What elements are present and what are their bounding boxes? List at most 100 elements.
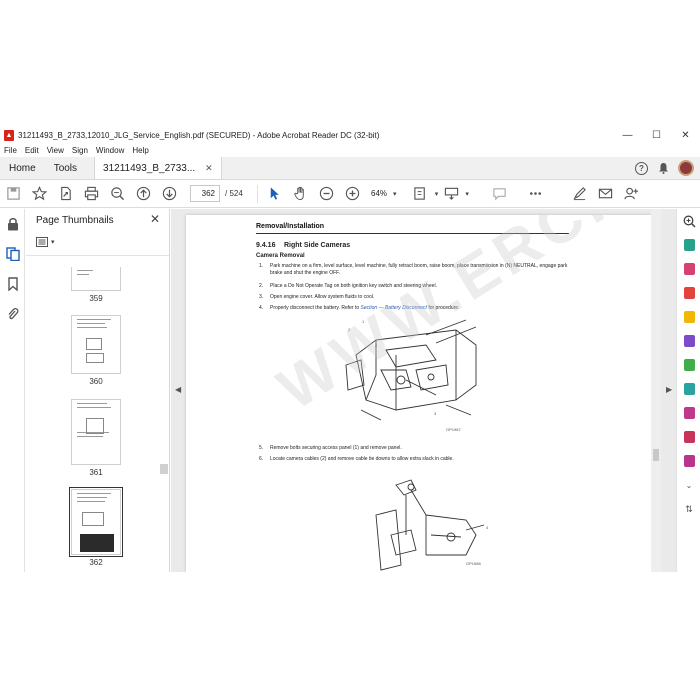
page-thumbnail[interactable]	[71, 267, 121, 291]
thumbnail-page-number: 359	[89, 294, 103, 303]
page-thumbnails-panel: Page Thumbnails ✕ ▾ 359 360 361 362	[26, 209, 170, 572]
user-avatar[interactable]	[678, 160, 694, 176]
figure-callout: 4	[486, 525, 489, 530]
bookmark-star-icon[interactable]	[26, 181, 52, 207]
acrobat-window: ▲ 31211493_B_2733,12010_JLG_Service_Engl…	[0, 127, 700, 572]
close-icon[interactable]: ✕	[150, 212, 160, 226]
document-scrollbar-thumb[interactable]	[653, 449, 659, 461]
thumbnail-options-menu[interactable]: ▾	[36, 237, 55, 247]
menu-view[interactable]: View	[43, 146, 68, 155]
right-tools-rail: ⌄ ⇅	[676, 209, 700, 572]
previous-page-icon[interactable]	[130, 181, 156, 207]
page-thumbnails-icon[interactable]	[0, 239, 25, 269]
step-number: 2.	[259, 283, 264, 289]
step-number: 6.	[259, 456, 264, 462]
send-for-signature-icon[interactable]	[677, 449, 700, 473]
hand-tool-icon[interactable]	[288, 181, 314, 207]
tab-close-icon[interactable]: ✕	[205, 163, 213, 174]
title-bar: ▲ 31211493_B_2733,12010_JLG_Service_Engl…	[0, 127, 700, 144]
acrobat-logo-icon: ▲	[4, 130, 14, 141]
section-number: 9.4.16	[256, 242, 276, 249]
figure-camera-drawing	[375, 479, 485, 571]
chevron-down-icon: ▾	[51, 239, 55, 246]
comment-tool-icon[interactable]	[677, 305, 700, 329]
document-viewer: ◀ Removal/Installation 9.4.16 Right Side…	[171, 209, 676, 572]
keyboard-scroll-icon[interactable]	[438, 181, 464, 207]
tab-home[interactable]: Home	[0, 157, 45, 179]
export-pdf-icon[interactable]	[677, 233, 700, 257]
collapse-left-arrow-icon[interactable]: ◀	[175, 385, 181, 394]
save-icon[interactable]	[0, 181, 26, 207]
page-thumbnail[interactable]	[71, 315, 121, 374]
zoom-in-icon[interactable]	[340, 181, 366, 207]
minimize-button[interactable]: —	[613, 127, 642, 144]
document-scrollbar[interactable]	[651, 209, 661, 572]
step-text: Remove bolts securing access panel (1) a…	[270, 445, 402, 451]
find-text-icon[interactable]	[104, 181, 130, 207]
menu-window[interactable]: Window	[92, 146, 128, 155]
zoom-level-value: 64%	[371, 189, 388, 198]
thumbnail-page-number: 360	[89, 377, 103, 386]
chevron-down-icon[interactable]: ▾	[465, 190, 469, 198]
help-icon[interactable]: ?	[635, 161, 648, 175]
email-icon[interactable]	[593, 181, 619, 207]
window-controls: — ☐ ✕	[613, 127, 700, 144]
tab-bar: Home Tools 31211493_B_2733... ✕ ?	[0, 157, 700, 180]
notifications-bell-icon[interactable]	[657, 162, 669, 174]
tab-document-label: 31211493_B_2733...	[103, 162, 196, 174]
organize-pages-icon[interactable]	[677, 353, 700, 377]
tab-tools[interactable]: Tools	[45, 157, 86, 179]
left-navigation-rail	[0, 209, 25, 572]
add-user-icon[interactable]	[619, 181, 645, 207]
more-tools-icon[interactable]	[523, 181, 549, 207]
zoom-level-select[interactable]: 64% ▾	[366, 185, 402, 202]
menu-help[interactable]: Help	[128, 146, 152, 155]
bookmarks-icon[interactable]	[0, 269, 25, 299]
next-page-icon[interactable]	[156, 181, 182, 207]
page-thumbnail-selected[interactable]	[69, 487, 123, 557]
panel-divider	[26, 255, 169, 256]
figure-callout: 3	[434, 411, 437, 416]
header-actions: ?	[635, 157, 700, 179]
attachments-paperclip-icon[interactable]	[0, 299, 25, 329]
customize-tools-icon[interactable]: ⇅	[677, 497, 700, 521]
combine-files-icon[interactable]	[677, 329, 700, 353]
page-fit-icon[interactable]	[408, 181, 434, 207]
step-text-before: Properly disconnect the battery. Refer t…	[270, 305, 360, 311]
step-number: 3.	[259, 294, 264, 300]
toolbar-separator	[256, 184, 258, 203]
more-tools-chevron-icon[interactable]: ⌄	[677, 473, 700, 497]
page-subheading: Camera Removal	[256, 253, 305, 259]
thumbnail-scrollbar-thumb[interactable]	[160, 464, 168, 474]
page-total: / 524	[225, 189, 243, 198]
select-cursor-icon[interactable]	[262, 181, 288, 207]
tab-document[interactable]: 31211493_B_2733... ✕	[94, 157, 222, 179]
print-icon[interactable]	[78, 181, 104, 207]
menu-sign[interactable]: Sign	[68, 146, 92, 155]
create-pdf-icon[interactable]	[677, 281, 700, 305]
protect-pdf-icon[interactable]	[677, 425, 700, 449]
sign-pen-icon[interactable]	[567, 181, 593, 207]
figure-id: OP1987	[446, 427, 461, 432]
share-file-icon[interactable]	[52, 181, 78, 207]
step-text: Locate camera cables (2) and remove cabl…	[270, 456, 454, 462]
comment-icon[interactable]	[487, 181, 513, 207]
menu-file[interactable]: File	[0, 146, 21, 155]
window-title: 31211493_B_2733,12010_JLG_Service_Englis…	[18, 131, 380, 140]
expand-right-arrow-icon[interactable]: ▶	[666, 385, 672, 394]
search-zoom-icon[interactable]	[677, 209, 700, 233]
panel-title: Page Thumbnails	[36, 215, 114, 226]
close-window-button[interactable]: ✕	[671, 127, 700, 144]
menu-bar: File Edit View Sign Window Help	[0, 144, 700, 157]
compress-pdf-icon[interactable]	[677, 377, 700, 401]
thumbnail-page-number: 361	[89, 468, 103, 477]
zoom-out-icon[interactable]	[314, 181, 340, 207]
menu-edit[interactable]: Edit	[21, 146, 43, 155]
thumbnail-page-number: 362	[89, 558, 103, 567]
fill-sign-icon[interactable]	[677, 401, 700, 425]
edit-pdf-icon[interactable]	[677, 257, 700, 281]
page-thumbnail[interactable]	[71, 399, 121, 465]
page-number-input[interactable]: 362	[190, 185, 220, 202]
lock-icon[interactable]	[0, 209, 25, 239]
maximize-button[interactable]: ☐	[642, 127, 671, 144]
